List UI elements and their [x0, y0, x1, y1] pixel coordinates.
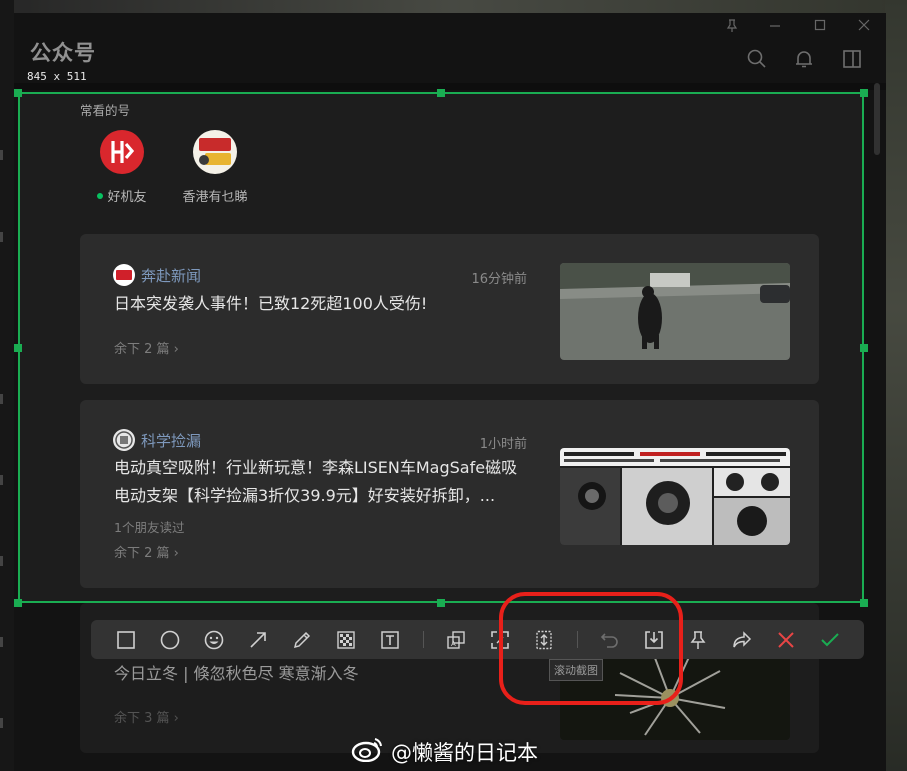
emoji-icon[interactable]	[202, 628, 226, 652]
svg-text:A: A	[451, 640, 456, 648]
ellipse-icon[interactable]	[158, 628, 182, 652]
header-divider	[14, 83, 886, 90]
resize-handle-sw[interactable]	[14, 599, 22, 607]
confirm-icon[interactable]	[818, 628, 842, 652]
resize-handle-nw[interactable]	[14, 89, 22, 97]
notification-bell-icon[interactable]	[794, 49, 814, 73]
capture-selection-frame[interactable]	[18, 92, 864, 603]
sidebar-toggle-icon[interactable]	[842, 49, 862, 73]
article-title[interactable]: 今日立冬 | 倏忽秋色尽 寒意渐入冬	[114, 660, 529, 688]
window-title: 公众号	[30, 41, 96, 65]
cancel-icon[interactable]	[774, 628, 798, 652]
weibo-logo-icon	[351, 736, 385, 767]
pin-icon[interactable]	[686, 628, 710, 652]
pencil-icon[interactable]	[290, 628, 314, 652]
share-icon[interactable]	[730, 628, 754, 652]
ocr-icon[interactable]: A	[444, 628, 468, 652]
resize-handle-n[interactable]	[437, 89, 445, 97]
text-icon[interactable]	[378, 628, 402, 652]
resize-handle-w[interactable]	[14, 344, 22, 352]
resize-handle-s[interactable]	[437, 599, 445, 607]
watermark-text: @懒酱的日记本	[391, 740, 538, 765]
resize-handle-e[interactable]	[860, 344, 868, 352]
rectangle-icon[interactable]	[114, 628, 138, 652]
toolbar-divider	[423, 631, 424, 648]
background-window-edge	[0, 0, 14, 771]
mosaic-icon[interactable]	[334, 628, 358, 652]
close-icon[interactable]	[858, 19, 870, 35]
desktop-background-right	[885, 0, 907, 771]
minimize-icon[interactable]	[769, 19, 781, 35]
resize-handle-ne[interactable]	[860, 89, 868, 97]
remaining-articles-link[interactable]: 余下 3 篇 ›	[114, 707, 179, 726]
arrow-icon[interactable]	[246, 628, 270, 652]
scrollbar-thumb[interactable]	[874, 83, 880, 155]
screenshot-toolbar: A	[91, 620, 864, 659]
search-icon[interactable]	[747, 49, 767, 73]
maximize-icon[interactable]	[814, 19, 826, 35]
desktop-background-top	[0, 0, 907, 14]
weibo-watermark: @懒酱的日记本	[351, 736, 538, 767]
resize-handle-se[interactable]	[860, 599, 868, 607]
pin-window-icon[interactable]	[726, 19, 738, 37]
red-annotation-circle	[499, 592, 683, 705]
selection-size-label: 845 x 511	[27, 70, 87, 83]
